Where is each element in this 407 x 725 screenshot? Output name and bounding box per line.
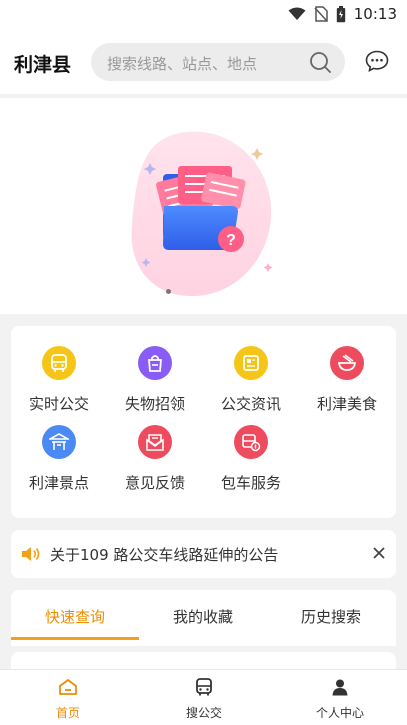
news-icon bbox=[234, 346, 268, 380]
nav-home[interactable]: 首页 bbox=[0, 678, 136, 721]
status-time: 10:13 bbox=[353, 5, 397, 23]
notice-bar[interactable]: 关于109 路公交车线路延伸的公告 bbox=[11, 530, 396, 578]
nav-profile[interactable]: 个人中心 bbox=[272, 678, 407, 721]
city-selector[interactable]: 利津县 bbox=[14, 50, 71, 77]
search-input[interactable]: 搜索线路、站点、地点 bbox=[91, 43, 345, 81]
bag-icon bbox=[138, 346, 172, 380]
nav-label: 个人中心 bbox=[315, 706, 364, 720]
tab-favorites[interactable]: 我的收藏 bbox=[139, 606, 267, 627]
tab-quick-query[interactable]: 快速查询 bbox=[11, 606, 139, 627]
notice-text[interactable]: 关于109 路公交车线路延伸的公告 bbox=[50, 544, 278, 565]
menu-item-feedback[interactable]: 意见反馈 bbox=[107, 425, 203, 493]
status-icons: 10:13 bbox=[288, 5, 397, 23]
message-icon[interactable] bbox=[365, 50, 389, 72]
search-placeholder: 搜索线路、站点、地点 bbox=[107, 55, 258, 73]
menu-item-local-food[interactable]: 利津美食 bbox=[299, 346, 395, 414]
bottom-nav: 首页 搜公交 个人中心 bbox=[0, 669, 407, 725]
menu-label: 实时公交 bbox=[28, 395, 89, 413]
feedback-mail-icon bbox=[138, 425, 172, 459]
menu-item-realtime-bus[interactable]: 实时公交 bbox=[11, 346, 107, 414]
bus-icon bbox=[42, 346, 76, 380]
menu-label: 失物招领 bbox=[124, 395, 185, 413]
query-tabs: 快速查询 我的收藏 历史搜索 bbox=[11, 590, 396, 646]
banner[interactable]: ? bbox=[0, 98, 407, 314]
charter-bus-icon bbox=[234, 425, 268, 459]
menu-label: 利津景点 bbox=[28, 474, 89, 492]
speaker-icon bbox=[22, 547, 40, 561]
menu-label: 意见反馈 bbox=[124, 474, 185, 492]
service-menu: 实时公交 失物招领 公交资讯 利津美食 利津景点 意见反馈 包车服务 bbox=[11, 326, 396, 518]
svg-text:?: ? bbox=[226, 232, 236, 249]
menu-label: 利津美食 bbox=[316, 395, 377, 413]
home-icon bbox=[59, 679, 77, 695]
nav-label: 搜公交 bbox=[185, 706, 222, 720]
status-bar: 10:13 bbox=[0, 0, 407, 28]
tab-history[interactable]: 历史搜索 bbox=[267, 606, 395, 627]
menu-label: 包车服务 bbox=[220, 474, 281, 492]
bus-icon bbox=[196, 678, 212, 696]
no-sim-icon bbox=[314, 6, 328, 22]
menu-item-charter-service[interactable]: 包车服务 bbox=[203, 425, 299, 493]
wifi-icon bbox=[288, 7, 306, 20]
banner-indicator-dot[interactable] bbox=[166, 289, 171, 294]
person-icon bbox=[332, 679, 348, 696]
menu-label: 公交资讯 bbox=[220, 395, 281, 413]
nav-label: 首页 bbox=[55, 706, 80, 720]
menu-item-lost-found[interactable]: 失物招领 bbox=[107, 346, 203, 414]
nav-search-bus[interactable]: 搜公交 bbox=[136, 678, 272, 721]
menu-item-scenic-spots[interactable]: 利津景点 bbox=[11, 425, 107, 493]
header: 利津县 搜索线路、站点、地点 bbox=[0, 28, 407, 94]
close-icon[interactable] bbox=[372, 546, 386, 560]
menu-item-bus-news[interactable]: 公交资讯 bbox=[203, 346, 299, 414]
battery-icon bbox=[336, 5, 345, 22]
search-icon[interactable] bbox=[309, 51, 331, 73]
food-bowl-icon bbox=[330, 346, 364, 380]
active-tab-indicator bbox=[11, 637, 139, 640]
lost-and-found-illustration: ? bbox=[131, 131, 273, 297]
pavilion-icon bbox=[42, 425, 76, 459]
